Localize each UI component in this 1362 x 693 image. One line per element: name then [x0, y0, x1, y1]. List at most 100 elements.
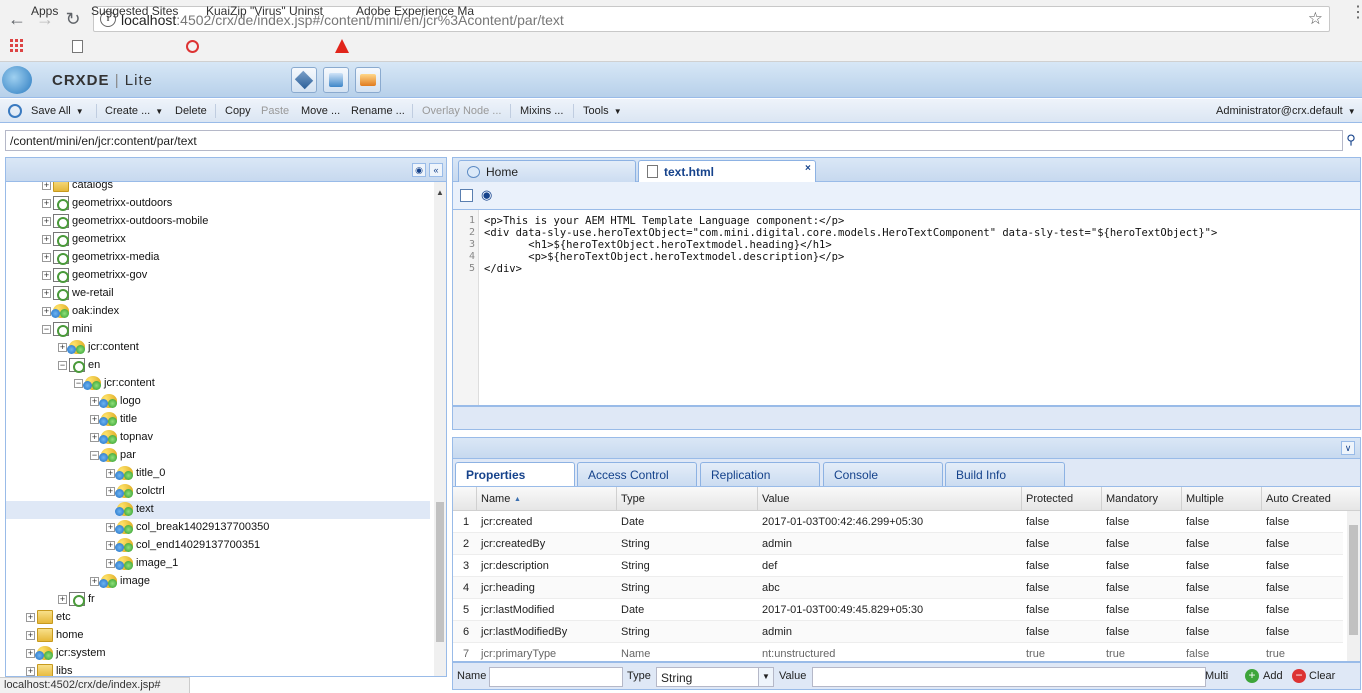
refresh-icon[interactable] — [8, 104, 22, 118]
expand-icon[interactable]: + — [42, 199, 51, 208]
create-button[interactable]: Create ... ▼ — [105, 105, 163, 117]
tree-node[interactable]: − mini — [6, 321, 430, 339]
tree-node[interactable]: + logo — [6, 393, 430, 411]
bookmark-kuaizip[interactable]: KuaiZip "Virus" Uninst — [206, 4, 323, 18]
expand-icon[interactable]: + — [90, 433, 99, 442]
collapse-left-icon[interactable]: « — [429, 163, 443, 177]
move-button[interactable]: Move ... — [301, 105, 340, 117]
expand-icon[interactable]: + — [90, 577, 99, 586]
tree-node[interactable]: − en — [6, 357, 430, 375]
format-icon[interactable] — [460, 189, 473, 202]
tab-access-control[interactable]: Access Control — [577, 462, 697, 486]
grid-scrollbar[interactable] — [1347, 511, 1360, 661]
expand-icon[interactable]: + — [42, 271, 51, 280]
save-all-button[interactable]: Save All ▼ — [31, 105, 84, 117]
tree-node[interactable]: + fr — [6, 591, 430, 609]
path-input[interactable]: /content/mini/en/jcr:content/par/text — [5, 130, 1343, 151]
tree-node[interactable]: + geometrixx-outdoors — [6, 195, 430, 213]
expand-icon[interactable]: + — [26, 631, 35, 640]
value-input[interactable] — [812, 667, 1206, 687]
clear-button[interactable]: Clear — [1309, 670, 1335, 682]
name-input[interactable] — [489, 667, 623, 687]
collapse-icon[interactable]: − — [90, 451, 99, 460]
tree-node[interactable]: + geometrixx — [6, 231, 430, 249]
expand-icon[interactable]: + — [42, 307, 51, 316]
tree-node[interactable]: + image_1 — [6, 555, 430, 573]
column-header[interactable]: Name — [481, 493, 510, 505]
code-line[interactable]: <p>This is your AEM HTML Template Langua… — [484, 215, 844, 227]
code-line[interactable]: <h1>${heroTextObject.heroTextmodel.headi… — [484, 239, 831, 251]
tree-node[interactable]: + colctrl — [6, 483, 430, 501]
rename-button[interactable]: Rename ... — [351, 105, 405, 117]
tree-node[interactable]: + title_0 — [6, 465, 430, 483]
paste-button[interactable]: Paste — [261, 105, 289, 117]
table-row[interactable]: 7 jcr:primaryType Name nt:unstructured true t… — [453, 643, 1343, 661]
bookmark-adobe[interactable]: Adobe Experience Ma — [356, 4, 474, 18]
tab-console[interactable]: Console — [823, 462, 943, 486]
expand-icon[interactable]: + — [42, 235, 51, 244]
tree-node[interactable]: + geometrixx-gov — [6, 267, 430, 285]
back-icon[interactable]: ← — [6, 8, 28, 30]
tab-text-html[interactable]: text.html × — [638, 160, 816, 183]
expand-icon[interactable]: + — [90, 397, 99, 406]
add-button[interactable]: Add — [1263, 670, 1283, 682]
tree-node[interactable]: + oak:index — [6, 303, 430, 321]
user-menu[interactable]: Administrator@crx.default ▼ — [1216, 105, 1356, 117]
type-select[interactable]: String ▼ — [656, 667, 774, 687]
expand-icon[interactable]: + — [26, 667, 35, 676]
expand-icon[interactable]: + — [58, 595, 67, 604]
expand-icon[interactable]: + — [90, 415, 99, 424]
tree-scrollbar[interactable]: ▲ — [434, 182, 446, 676]
overlay-node-button[interactable]: Overlay Node ... — [422, 105, 501, 117]
column-header[interactable]: Mandatory — [1106, 493, 1158, 505]
expand-icon[interactable]: + — [26, 649, 35, 658]
tree-node[interactable]: + geometrixx-media — [6, 249, 430, 267]
tree-node[interactable]: + libs — [6, 663, 430, 676]
find-icon[interactable]: ◉ — [481, 187, 492, 203]
code-line[interactable]: </div> — [484, 263, 522, 275]
tree-node[interactable]: + jcr:system — [6, 645, 430, 663]
bookmark-apps[interactable]: Apps — [31, 4, 58, 18]
tree-node[interactable]: + we-retail — [6, 285, 430, 303]
star-icon[interactable]: ☆ — [1308, 9, 1323, 29]
search-icon[interactable]: ⚲ — [1342, 130, 1360, 151]
code-line[interactable]: <div data-sly-use.heroTextObject="com.mi… — [484, 227, 1217, 239]
multi-checkbox-label[interactable]: Multi — [1205, 670, 1228, 682]
package-manager-icon[interactable] — [323, 67, 349, 93]
column-header[interactable]: Value — [762, 493, 789, 505]
chevron-down-icon[interactable]: ▼ — [758, 668, 773, 686]
collapse-icon[interactable]: − — [42, 325, 51, 334]
tree-node[interactable]: text — [6, 501, 430, 519]
browser-menu-icon[interactable]: ⋮ — [1350, 5, 1362, 21]
tree-node[interactable]: + home — [6, 627, 430, 645]
expand-icon[interactable]: + — [106, 559, 115, 568]
expand-icon[interactable]: + — [106, 487, 115, 496]
apps-grid-icon[interactable] — [10, 39, 23, 52]
expand-icon[interactable]: + — [58, 343, 67, 352]
add-icon[interactable]: + — [1245, 669, 1259, 683]
tree-node[interactable]: + col_end14029137700351 — [6, 537, 430, 555]
tree-node[interactable]: + jcr:content — [6, 339, 430, 357]
crxde-switch-icon[interactable] — [291, 67, 317, 93]
tree-node[interactable]: + image — [6, 573, 430, 591]
expand-icon[interactable]: + — [106, 541, 115, 550]
table-row[interactable]: 3 jcr:description String def false false false… — [453, 555, 1343, 577]
table-row[interactable]: 1 jcr:created Date 2017-01-03T00:42:46.299+… — [453, 511, 1343, 533]
table-row[interactable]: 5 jcr:lastModified Date 2017-01-03T00:49:45… — [453, 599, 1343, 621]
table-row[interactable]: 4 jcr:heading String abc false false false fals… — [453, 577, 1343, 599]
clear-icon[interactable]: − — [1292, 669, 1306, 683]
delete-button[interactable]: Delete — [175, 105, 207, 117]
binoculars-icon[interactable]: ◉ — [412, 163, 426, 177]
tree-node[interactable]: + title — [6, 411, 430, 429]
column-header[interactable]: Multiple — [1186, 493, 1224, 505]
tab-home[interactable]: Home — [458, 160, 636, 183]
expand-icon[interactable]: + — [42, 253, 51, 262]
table-row[interactable]: 6 jcr:lastModifiedBy String admin false false… — [453, 621, 1343, 643]
collapse-icon[interactable]: − — [58, 361, 67, 370]
tree-node[interactable]: + topnav — [6, 429, 430, 447]
package-share-icon[interactable] — [355, 67, 381, 93]
expand-icon[interactable]: + — [42, 217, 51, 226]
expand-icon[interactable]: + — [106, 469, 115, 478]
tab-replication[interactable]: Replication — [700, 462, 820, 486]
table-row[interactable]: 2 jcr:createdBy String admin false false false… — [453, 533, 1343, 555]
